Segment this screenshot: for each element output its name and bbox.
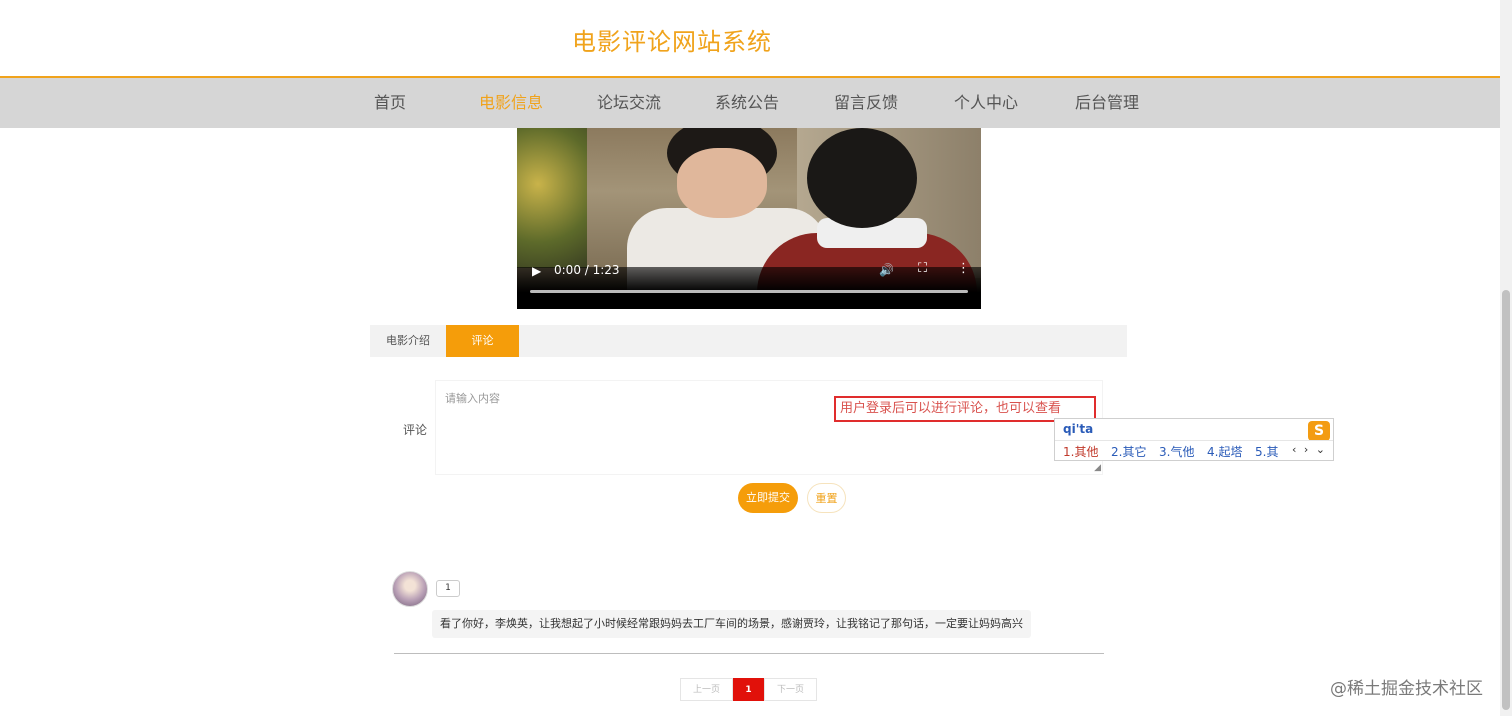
video-player[interactable]: ▶ 0:00 / 1:23 🔊 ⛶ ⋮ xyxy=(517,128,981,309)
comment-placeholder: 请输入内容 xyxy=(445,392,500,405)
reset-button[interactable]: 重置 xyxy=(807,483,846,513)
fullscreen-icon[interactable]: ⛶ xyxy=(918,261,927,276)
ime-page-arrows-icon[interactable]: ‹ › ⌄ xyxy=(1292,443,1327,456)
nav-item-forum[interactable]: 论坛交流 xyxy=(597,78,661,128)
nav-item-home[interactable]: 首页 xyxy=(374,78,406,128)
comment-text: 看了你好，李焕英，让我想起了小时候经常跟妈妈去工厂车间的场景，感谢贾玲，让我铭记… xyxy=(432,610,1031,638)
video-frame-figure-2-head xyxy=(807,128,917,228)
avatar xyxy=(392,571,428,607)
ime-candidate-window: qi'ta S 1.其他 2.其它 3.气他 4.起塔 5.其 ‹ › ⌄ xyxy=(1054,418,1334,461)
submit-button[interactable]: 立即提交 xyxy=(738,483,798,513)
comment-divider xyxy=(394,653,1104,654)
nav-item-announcements[interactable]: 系统公告 xyxy=(715,78,779,128)
scrollbar-thumb[interactable] xyxy=(1502,290,1510,710)
tab-comment[interactable]: 评论 xyxy=(446,325,519,357)
resize-handle-icon[interactable]: ◢ xyxy=(1094,463,1101,473)
video-time: 0:00 / 1:23 xyxy=(554,263,620,277)
ime-pinyin: qi'ta xyxy=(1063,422,1094,436)
ime-candidate[interactable]: 1.其他 xyxy=(1063,443,1098,460)
site-header: 电影评论网站系统 xyxy=(0,0,1500,78)
more-vert-icon[interactable]: ⋮ xyxy=(957,261,970,276)
video-progress-bar[interactable] xyxy=(530,290,968,293)
nav-item-feedback[interactable]: 留言反馈 xyxy=(834,78,898,128)
tab-movie-intro[interactable]: 电影介绍 xyxy=(370,325,446,357)
ime-candidate[interactable]: 5.其 xyxy=(1255,443,1278,460)
comment-textarea[interactable]: 请输入内容 ◢ xyxy=(435,380,1103,475)
pager-next-button[interactable]: 下一页 xyxy=(764,678,817,701)
comment-badge: 1 xyxy=(436,580,460,597)
ime-candidate[interactable]: 4.起塔 xyxy=(1207,443,1242,460)
ime-candidates: 1.其他 2.其它 3.气他 4.起塔 5.其 ‹ › ⌄ xyxy=(1055,440,1333,462)
nav-item-movies[interactable]: 电影信息 xyxy=(479,78,543,128)
play-icon[interactable]: ▶ xyxy=(532,264,541,278)
ime-candidate[interactable]: 2.其它 xyxy=(1111,443,1146,460)
main-nav: 首页 电影信息 论坛交流 系统公告 留言反馈 个人中心 后台管理 xyxy=(0,78,1500,128)
nav-item-profile[interactable]: 个人中心 xyxy=(954,78,1018,128)
detail-tabs: 电影介绍 评论 xyxy=(370,325,1127,357)
page-scrollbar[interactable] xyxy=(1500,0,1512,716)
nav-item-admin[interactable]: 后台管理 xyxy=(1075,78,1139,128)
comment-label: 评论 xyxy=(403,423,428,437)
ime-candidate[interactable]: 3.气他 xyxy=(1159,443,1194,460)
watermark: @稀土掘金技术社区 xyxy=(1330,679,1483,699)
video-frame-scenery xyxy=(517,128,587,268)
ime-logo-icon: S xyxy=(1308,421,1330,441)
volume-icon[interactable]: 🔊 xyxy=(879,263,894,277)
pager-current-page[interactable]: 1 xyxy=(733,678,764,701)
site-title[interactable]: 电影评论网站系统 xyxy=(572,22,772,57)
pager-prev-button[interactable]: 上一页 xyxy=(680,678,733,701)
video-frame-figure-face xyxy=(677,148,767,218)
